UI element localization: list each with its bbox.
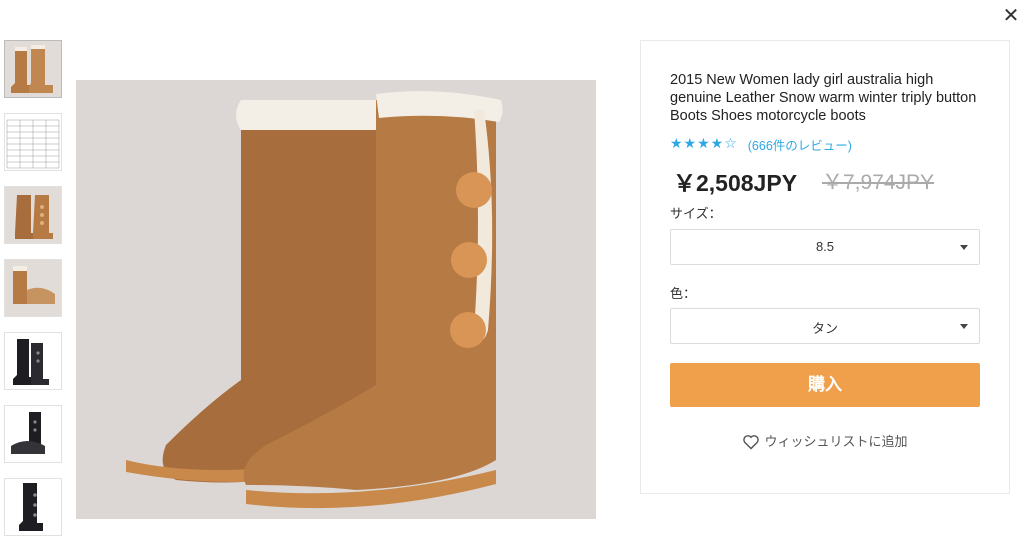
heart-icon: [743, 435, 760, 450]
product-panel: 2015 New Women lady girl australia high …: [640, 40, 1010, 494]
thumb-boots-black-sole[interactable]: [4, 405, 62, 463]
boot-black-sole-image: [5, 406, 61, 462]
reviews-link[interactable]: (666件のレビュー): [748, 135, 852, 154]
close-icon[interactable]: ✕: [1001, 5, 1021, 25]
thumb-boots-black-side[interactable]: [4, 478, 62, 536]
color-select[interactable]: タン: [670, 308, 980, 344]
chevron-down-icon: [960, 324, 968, 329]
size-value: 8.5: [815, 239, 835, 254]
rating: ★★★★☆ (666件のレビュー): [670, 135, 852, 154]
product-title: 2015 New Women lady girl australia high …: [670, 72, 977, 124]
size-chart-image: [5, 114, 61, 170]
color-value: タン: [811, 321, 838, 336]
chevron-down-icon: [960, 245, 968, 250]
size-select[interactable]: 8.5: [670, 229, 980, 265]
boot-black-image: [5, 333, 61, 389]
boot-tan-sole-image: [5, 260, 61, 316]
thumb-size-chart[interactable]: [4, 113, 62, 171]
star-rating-icon: ★★★★☆: [670, 136, 738, 152]
boots-illustration: [76, 80, 596, 519]
wishlist-label: ウィッシュリストに追加: [764, 434, 908, 449]
size-label: サイズ：: [670, 206, 722, 221]
thumb-boots-tan-front[interactable]: [4, 186, 62, 244]
original-price: ￥7,974JPY: [822, 171, 935, 194]
thumb-boots-black-pair[interactable]: [4, 332, 62, 390]
boot-black-side-image: [5, 479, 61, 535]
boot-tan-image: [5, 41, 61, 97]
add-to-wishlist[interactable]: ウィッシュリストに追加: [670, 431, 980, 450]
main-product-image: [76, 80, 596, 519]
current-price: ￥2,508JPY: [673, 170, 798, 196]
color-label: 色：: [670, 286, 697, 301]
thumb-boots-tan-pair[interactable]: [4, 40, 62, 98]
buy-button[interactable]: 購入: [670, 363, 980, 407]
boot-tan-front-image: [5, 187, 61, 243]
thumb-boots-tan-sole[interactable]: [4, 259, 62, 317]
